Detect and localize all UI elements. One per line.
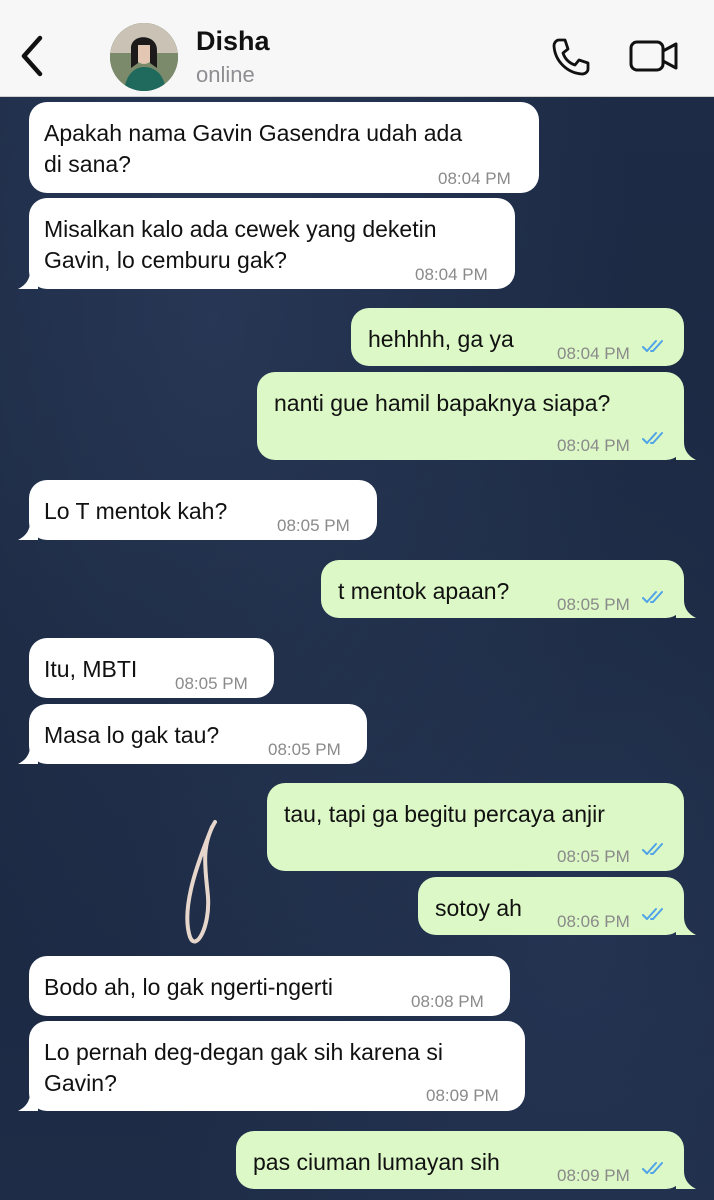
message-text: Lo T mentok kah? [44, 498, 228, 524]
message-bubble-incoming[interactable]: Lo T mentok kah? 08:05 PM [29, 480, 377, 540]
read-receipt-icon [642, 843, 663, 855]
message-time: 08:05 PM [277, 516, 350, 535]
bubble-tail [18, 271, 38, 289]
contact-status: online [196, 62, 255, 87]
message-text: Masa lo gak tau? [44, 722, 220, 748]
message-bubble-incoming[interactable]: Misalkan kalo ada cewek yang deketin Gav… [29, 198, 515, 289]
message-bubble-outgoing[interactable]: sotoy ah 08:06 PM [418, 877, 684, 935]
message-time: 08:04 PM [557, 344, 630, 363]
message-text: Misalkan kalo ada cewek yang deketin Gav… [44, 216, 437, 273]
message-text: Lo pernah deg-degan gak sih karena si Ga… [44, 1039, 443, 1096]
bubble-tail [676, 600, 696, 618]
message-time: 08:05 PM [175, 674, 248, 693]
message-time: 08:06 PM [557, 912, 630, 931]
bubble-tail [18, 522, 38, 540]
message-time: 08:05 PM [268, 740, 341, 759]
chat-header: Disha online [0, 0, 714, 97]
bubble-tail [676, 917, 696, 935]
message-bubble-incoming[interactable]: Itu, MBTI 08:05 PM [29, 638, 274, 698]
message-bubble-outgoing[interactable]: tau, tapi ga begitu percaya anjir 08:05 … [267, 783, 684, 871]
message-bubble-incoming[interactable]: Masa lo gak tau? 08:05 PM [29, 704, 367, 764]
contact-name[interactable]: Disha [196, 26, 270, 57]
back-button[interactable] [14, 32, 50, 80]
read-receipt-icon [642, 432, 663, 444]
read-receipt-icon [642, 591, 663, 603]
bubble-tail [18, 1093, 38, 1111]
message-time: 08:09 PM [426, 1086, 499, 1105]
chevron-left-icon [21, 35, 43, 77]
message-time: 08:04 PM [415, 265, 488, 284]
message-text: sotoy ah [435, 895, 522, 921]
video-camera-icon [629, 40, 678, 72]
message-time: 08:05 PM [557, 847, 630, 866]
message-text: Itu, MBTI [44, 656, 138, 682]
read-receipt-icon [642, 908, 663, 920]
read-receipt-icon [642, 340, 663, 352]
message-text: pas ciuman lumayan sih [253, 1149, 500, 1175]
phone-icon [552, 38, 590, 76]
avatar-photo [110, 23, 178, 91]
message-time: 08:04 PM [557, 436, 630, 455]
message-time: 08:09 PM [557, 1166, 630, 1185]
message-bubble-outgoing[interactable]: nanti gue hamil bapaknya siapa? 08:04 PM [257, 372, 684, 460]
message-text: Apakah nama Gavin Gasendra udah ada di s… [44, 120, 463, 177]
call-button[interactable] [550, 36, 592, 78]
message-time: 08:05 PM [557, 595, 630, 614]
message-time: 08:08 PM [411, 992, 484, 1011]
read-receipt-icon [642, 1162, 663, 1174]
bubble-tail [676, 1171, 696, 1189]
message-bubble-outgoing[interactable]: t mentok apaan? 08:05 PM [321, 560, 684, 618]
message-text: hehhhh, ga ya [368, 326, 514, 352]
message-time: 08:04 PM [438, 169, 511, 188]
message-text: nanti gue hamil bapaknya siapa? [274, 390, 611, 416]
message-bubble-incoming[interactable]: Apakah nama Gavin Gasendra udah ada di s… [29, 102, 539, 193]
video-call-button[interactable] [628, 36, 680, 76]
message-bubble-outgoing[interactable]: pas ciuman lumayan sih 08:09 PM [236, 1131, 684, 1189]
message-text: Bodo ah, lo gak ngerti-ngerti [44, 974, 333, 1000]
message-bubble-outgoing[interactable]: hehhhh, ga ya 08:04 PM [351, 308, 684, 366]
message-text: tau, tapi ga begitu percaya anjir [284, 801, 605, 827]
bubble-tail [676, 442, 696, 460]
message-bubble-incoming[interactable]: Bodo ah, lo gak ngerti-ngerti 08:08 PM [29, 956, 510, 1016]
bubble-tail [18, 746, 38, 764]
avatar[interactable] [110, 23, 178, 91]
message-bubble-incoming[interactable]: Lo pernah deg-degan gak sih karena si Ga… [29, 1021, 525, 1111]
message-text: t mentok apaan? [338, 578, 510, 604]
